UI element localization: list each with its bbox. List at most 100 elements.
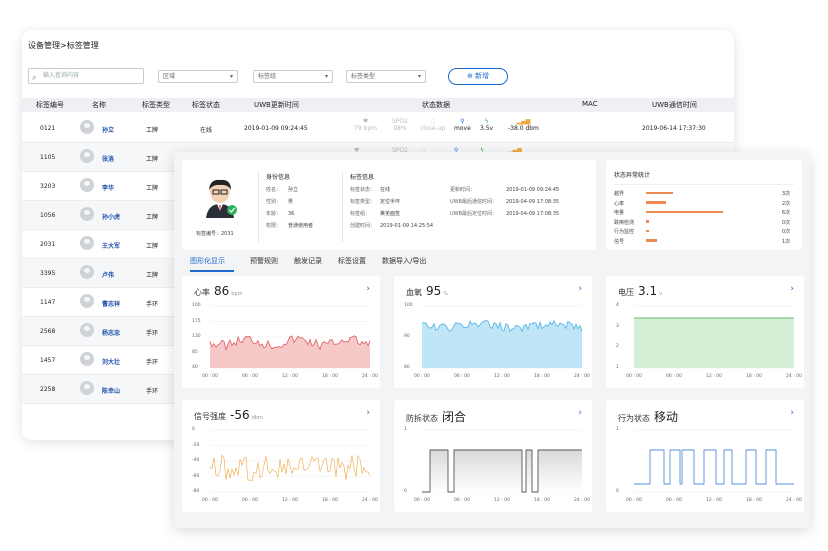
x-tick-label: 18 : 00 (746, 498, 762, 503)
stat-title: 状态异常统计 (614, 172, 651, 179)
panel-title: 行为状态 移动 (618, 408, 678, 425)
cell-tag-id: 1105 (40, 154, 56, 161)
tag-type-select[interactable]: 标签类型 ▾ (346, 70, 426, 83)
x-tick-label: 00 : 00 (202, 374, 218, 379)
chevron-right-icon[interactable]: › (366, 408, 370, 418)
search-input[interactable]: ⌕ 输入查询内容 (28, 68, 144, 84)
cell-name: 曹志祥 (102, 301, 121, 308)
state-value: move (454, 125, 471, 132)
panel-behavior[interactable]: 行为状态 移动 › 1 0 00 : 00 06 : 00 12 : 00 18 : 00 24 … (606, 400, 804, 512)
y-tick-label: -40 (192, 458, 200, 463)
heart-icon: ♥ (362, 118, 369, 125)
cell-tag-type: 手环 (146, 388, 159, 395)
stat-value: 6次 (782, 210, 791, 216)
cell-tag-type: 工牌 (146, 127, 159, 134)
info-value: 2019-01-09 14:25:54 (380, 223, 434, 229)
state-voltage: ϟ 3.5v (480, 118, 493, 132)
info-value: 男 (288, 199, 294, 205)
info-field: UWB最后通信时间： 2019-04-09 17:08:35 (450, 198, 559, 205)
y-tick-label: 85 (192, 349, 198, 355)
area-select-label: 区域 (163, 73, 176, 80)
col-header-id: 标签编号 (36, 101, 64, 109)
col-header-state-data: 状态数据 (422, 101, 450, 109)
tab-import-export[interactable]: 数据导入/导出 (382, 256, 426, 266)
stat-bar (646, 229, 649, 232)
avatar (80, 323, 94, 337)
panel-value: 移动 (654, 410, 679, 424)
panel-tamper[interactable]: 防拆状态 闭合 › 1 0 00 : 00 06 : 00 12 : 00 18 : 00 24 … (394, 400, 592, 512)
x-tick-label: 00 : 00 (202, 498, 218, 503)
col-header-mac: MAC (582, 100, 598, 108)
area-select[interactable]: 区域 ▾ (158, 70, 238, 83)
panel-label: 心率 (194, 288, 210, 297)
tag-group-select-label: 标签组 (258, 73, 277, 80)
avatar (80, 178, 94, 192)
tab-tag-settings[interactable]: 标签设置 (338, 256, 366, 266)
panel-title: 电压 3.1 v (618, 284, 662, 298)
tab-trigger-log[interactable]: 触发记录 (294, 256, 322, 266)
series-area (422, 320, 582, 368)
tag-group-select[interactable]: 标签组 ▾ (253, 70, 333, 83)
x-tick-label: 00 : 00 (414, 498, 430, 503)
chevron-down-icon: ▾ (324, 73, 328, 80)
y-tick-label: 0 (404, 489, 407, 494)
abnormal-stat-card: 状态异常统计 越界 3次 心率 2次 电量 6次 跌倒检测 0次 行为监控 0次 信号 1次 (606, 160, 802, 250)
user-avatar-icon (206, 179, 237, 218)
panel-value: 86 (214, 284, 230, 298)
state-close: ◌ close-up (420, 118, 445, 132)
y-tick-label: -60 (192, 473, 200, 479)
stat-bar (646, 220, 649, 223)
divider (258, 172, 259, 242)
chevron-right-icon[interactable]: › (790, 408, 794, 418)
panel-volt[interactable]: 电压 3.1 v › 4 3 2 1 00 : 00 06 : 00 12 : 00 18 : 00 2… (606, 276, 804, 388)
chevron-down-icon: ▾ (417, 73, 421, 80)
info-key: 性别： (266, 199, 282, 205)
cell-name: 刘大壮 (102, 359, 121, 366)
detail-tabs: 图形化显示 预警规则 触发记录 标签设置 数据导入/导出 (182, 254, 802, 272)
panel-signal[interactable]: 信号强度 -56 dbm › 0 -20 -40 -60 -80 00 : 00 06 : 00 12… (182, 400, 380, 512)
clock-icon: ◌ (429, 118, 436, 125)
chevron-right-icon[interactable]: › (578, 408, 582, 418)
chevron-right-icon[interactable]: › (790, 284, 794, 294)
search-placeholder: 输入查询内容 (43, 72, 80, 79)
y-tick-label: 80 (404, 365, 410, 370)
search-icon: ⌕ (32, 73, 37, 82)
tab-graphic[interactable]: 图形化显示 (190, 256, 225, 266)
table-row[interactable]: 0121 孙立 工牌 在线 2019-01-09 09:24:45 ♥ 79 bpm SPO2… (22, 114, 734, 143)
info-key: 标签类型： (350, 199, 376, 205)
cell-tag-id: 1147 (40, 299, 56, 306)
series-area (634, 318, 794, 368)
x-tick-label: 24 : 00 (362, 498, 378, 503)
y-tick-label: 3 (616, 323, 619, 329)
tab-alert-rules[interactable]: 预警规则 (250, 256, 278, 266)
info-value: 36 (288, 211, 295, 217)
cell-tag-type: 工牌 (146, 272, 159, 279)
x-tick-label: 06 : 00 (666, 498, 682, 503)
panel-hr[interactable]: 心率 86 bpm › 100 175 130 85 40 00 : 00 06 : 00 12 : … (182, 276, 380, 388)
y-tick-label: -80 (192, 489, 200, 494)
panel-spo2[interactable]: 血氧 95% › 100 90 80 00 : 00 06 : 00 12 : 00 18 : 0… (394, 276, 592, 388)
info-key: 姓名： (266, 187, 282, 193)
cell-name: 孙立 (102, 127, 115, 134)
y-tick-label: 2 (616, 344, 619, 350)
info-card: 标签编号：2031 身份信息 姓名： 孙立 性别： 男年龄： 36 权限： 普通使用者 标签… (182, 160, 596, 250)
panel-unit: dbm (251, 415, 263, 421)
cell-tag-type: 手环 (146, 301, 159, 308)
add-button[interactable]: ⊕ 新增 (448, 68, 508, 85)
info-value: 普通使用者 (288, 223, 314, 229)
stat-label: 跌倒检测 (614, 219, 635, 226)
tag-detail-panel: 标签编号：2031 身份信息 姓名： 孙立 性别： 男年龄： 36 权限： 普通使用者 标签… (174, 152, 810, 528)
info-field: 标签状态： 在线 (350, 186, 390, 193)
stat-bar (646, 191, 673, 194)
panel-title: 血氧 95% (406, 284, 448, 298)
col-header-uwb-comm: UWB通信时间 (652, 101, 697, 109)
panel-value: 闭合 (442, 410, 467, 424)
info-field: 创建时间： 2019-01-09 14:25:54 (350, 222, 433, 229)
chevron-right-icon[interactable]: › (578, 284, 582, 294)
info-key: 权限： (266, 223, 282, 229)
table-header: 标签编号 名称 标签类型 标签状态 UWB更新时间 状态数据 MAC UWB通信… (22, 98, 734, 112)
cell-tag-type: 手环 (146, 359, 159, 366)
chevron-right-icon[interactable]: › (366, 284, 370, 294)
x-tick-label: 12 : 00 (494, 498, 510, 503)
info-field: 权限： 普通使用者 (266, 222, 313, 229)
